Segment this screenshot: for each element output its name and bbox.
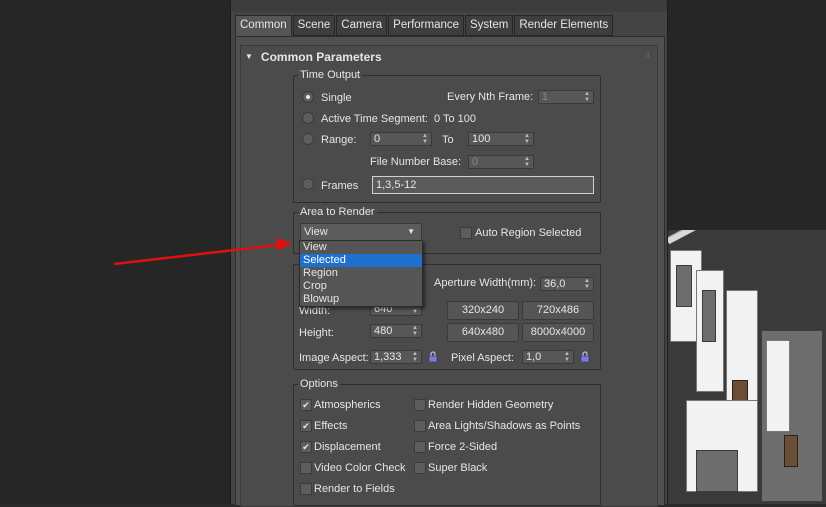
annotation-arrow-icon — [113, 238, 292, 266]
